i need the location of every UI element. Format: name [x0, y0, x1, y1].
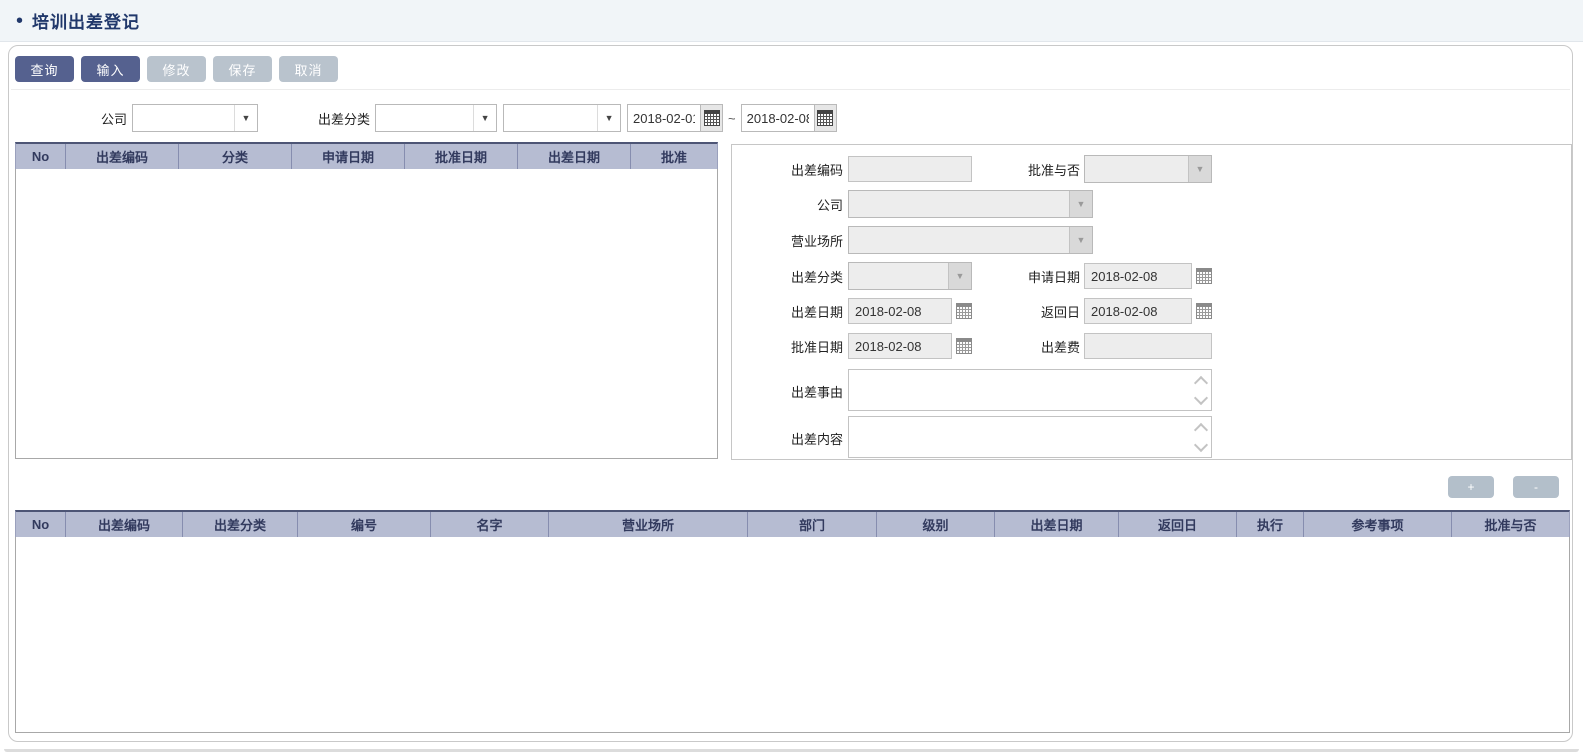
page-header: • 培训出差登记 [0, 0, 1583, 42]
company-filter-select[interactable]: ▼ [132, 104, 258, 132]
company-label: 公司 [732, 195, 848, 214]
col-header-trip-code: 出差编码 [66, 144, 179, 169]
trip-code-input [848, 156, 972, 182]
date-to-group [741, 104, 837, 132]
detail-grid-body[interactable] [15, 537, 1570, 733]
toolbar-separator [11, 89, 1570, 90]
trip-content-textarea[interactable] [848, 416, 1212, 458]
col-header-return-date: 返回日 [1119, 512, 1237, 537]
chevron-down-icon: ▼ [948, 263, 971, 289]
calendar-icon [1196, 303, 1212, 319]
date-from-input[interactable] [627, 104, 700, 132]
chevron-down-icon: ▼ [473, 105, 496, 131]
chevron-down-icon: ▼ [234, 105, 257, 131]
approved-label: 批准与否 [976, 160, 1084, 179]
approve-date-input [848, 333, 952, 359]
date-range-separator: ~ [728, 111, 736, 126]
calendar-icon [1196, 268, 1212, 284]
col-header-trip-code: 出差编码 [66, 512, 183, 537]
calendar-icon [817, 110, 833, 126]
query-button[interactable]: 查询 [15, 56, 74, 82]
trip-type-filter-select[interactable]: ▼ [375, 104, 497, 132]
col-header-business-place: 营业场所 [549, 512, 748, 537]
return-date-label: 返回日 [976, 302, 1084, 321]
trip-code-label: 出差编码 [732, 160, 848, 179]
cancel-button: 取消 [279, 56, 338, 82]
col-header-level: 级别 [877, 512, 995, 537]
apply-date-input [1084, 263, 1192, 289]
col-header-trip-date: 出差日期 [518, 144, 631, 169]
business-place-select: ▼ [848, 226, 1093, 254]
trip-reason-label: 出差事由 [732, 382, 848, 401]
business-place-label: 营业场所 [732, 231, 848, 250]
form-row: 出差编码 批准与否 ▼ [732, 155, 1571, 183]
master-grid-header: No 出差编码 分类 申请日期 批准日期 出差日期 批准 [15, 142, 718, 169]
trip-form: 出差编码 批准与否 ▼ 公司 ▼ 营业场所 [731, 144, 1572, 460]
master-grid: No 出差编码 分类 申请日期 批准日期 出差日期 批准 [15, 142, 718, 459]
approve-date-label: 批准日期 [732, 337, 848, 356]
trip-content-label: 出差内容 [732, 429, 848, 448]
save-button: 保存 [213, 56, 272, 82]
col-header-no: No [16, 512, 66, 537]
company-filter-label: 公司 [101, 109, 127, 128]
trip-reason-textarea[interactable] [848, 369, 1212, 411]
date-from-calendar-button[interactable] [700, 104, 723, 132]
filter-bar: 公司 ▼ 出差分类 ▼ ▼ ~ [9, 102, 1572, 134]
calendar-icon [956, 338, 972, 354]
col-header-apply-date: 申请日期 [292, 144, 405, 169]
col-header-remarks: 参考事项 [1304, 512, 1452, 537]
chevron-down-icon: ▼ [597, 105, 620, 131]
trip-expense-input [1084, 333, 1212, 359]
trip-subtype-filter-select[interactable]: ▼ [503, 104, 621, 132]
page-bottom-divider [4, 749, 1579, 752]
col-header-emp-no: 编号 [298, 512, 431, 537]
chevron-down-icon: ▼ [1188, 156, 1211, 182]
date-to-input[interactable] [741, 104, 814, 132]
master-grid-body[interactable] [15, 169, 718, 459]
main-panel: 查询 输入 修改 保存 取消 公司 ▼ 出差分类 ▼ ▼ ~ [8, 45, 1573, 742]
trip-expense-label: 出差费 [976, 337, 1084, 356]
trip-type-select: ▼ [848, 262, 972, 290]
chevron-down-icon: ▼ [1069, 227, 1092, 253]
form-row: 公司 ▼ [732, 190, 1571, 218]
col-header-trip-date: 出差日期 [995, 512, 1119, 537]
calendar-icon [956, 303, 972, 319]
col-header-approve: 批准 [631, 144, 717, 169]
chevron-down-icon: ▼ [1069, 191, 1092, 217]
trip-date-input [848, 298, 952, 324]
form-row: 出差日期 返回日 [732, 298, 1571, 324]
apply-date-label: 申请日期 [976, 267, 1084, 286]
col-header-no: No [16, 144, 66, 169]
form-row: 出差事由 [732, 369, 1571, 414]
col-header-approved: 批准与否 [1452, 512, 1569, 537]
input-button[interactable]: 输入 [81, 56, 140, 82]
add-row-button[interactable]: + [1448, 476, 1494, 498]
col-header-name: 名字 [431, 512, 549, 537]
remove-row-button[interactable]: - [1513, 476, 1559, 498]
col-header-trip-type: 出差分类 [183, 512, 298, 537]
col-header-execute: 执行 [1237, 512, 1304, 537]
bullet-icon: • [16, 11, 23, 31]
calendar-icon [704, 110, 720, 126]
form-row: 出差分类 ▼ 申请日期 [732, 262, 1571, 290]
toolbar: 查询 输入 修改 保存 取消 [15, 56, 338, 82]
detail-grid-header: No 出差编码 出差分类 编号 名字 营业场所 部门 级别 出差日期 返回日 执… [15, 510, 1570, 537]
form-row: 营业场所 ▼ [732, 226, 1571, 254]
form-row: 出差内容 [732, 416, 1571, 461]
date-from-group [627, 104, 723, 132]
trip-type-label: 出差分类 [732, 267, 848, 286]
trip-date-label: 出差日期 [732, 302, 848, 321]
return-date-input [1084, 298, 1192, 324]
col-header-category: 分类 [179, 144, 292, 169]
col-header-approve-date: 批准日期 [405, 144, 518, 169]
date-to-calendar-button[interactable] [814, 104, 837, 132]
col-header-department: 部门 [748, 512, 877, 537]
form-row: 批准日期 出差费 [732, 333, 1571, 359]
detail-grid: No 出差编码 出差分类 编号 名字 营业场所 部门 级别 出差日期 返回日 执… [15, 510, 1570, 733]
page-title: 培训出差登记 [32, 8, 140, 33]
modify-button: 修改 [147, 56, 206, 82]
trip-type-filter-label: 出差分类 [318, 109, 370, 128]
company-select: ▼ [848, 190, 1093, 218]
approved-select: ▼ [1084, 155, 1212, 183]
